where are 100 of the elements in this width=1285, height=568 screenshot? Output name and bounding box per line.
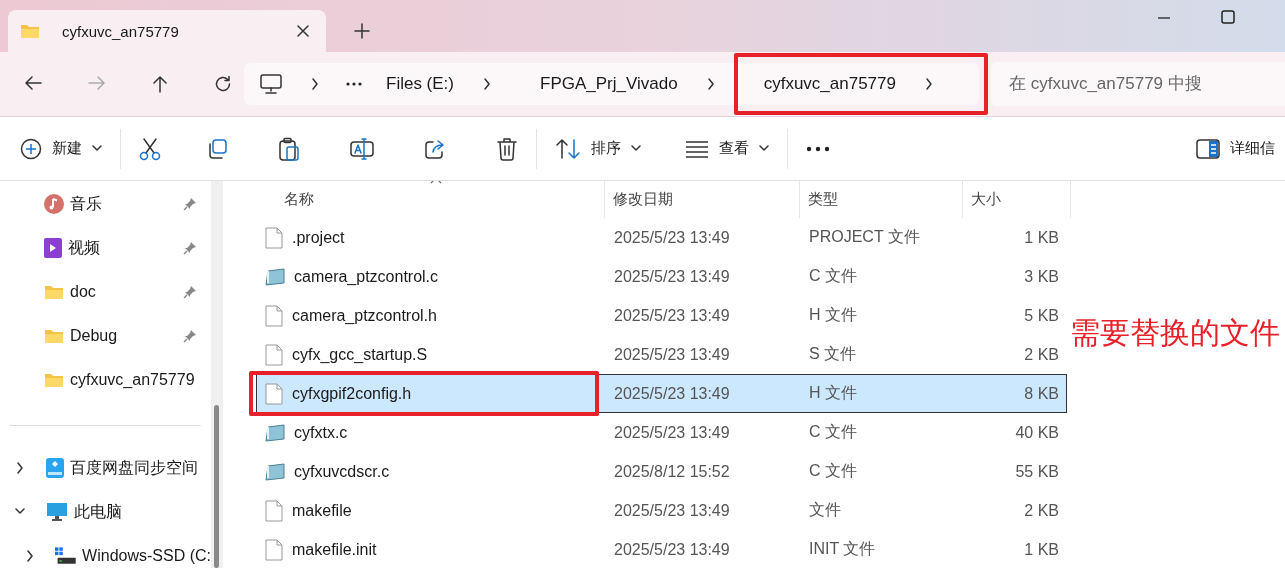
music-icon [44, 194, 64, 214]
type-cell-text: PROJECT 文件 [808, 227, 921, 247]
list-view-icon [685, 139, 709, 158]
size-cell-text: 55 KB [1014, 462, 1060, 481]
size-cell-text: 2 KB [1023, 345, 1060, 364]
scissors-icon [139, 136, 161, 161]
annotation-note: 需要替换的文件 [1070, 315, 1280, 351]
type-cell-text: H 文件 [808, 383, 858, 403]
file-row[interactable]: camera_ptzcontrol.h 2025/5/23 13:49 H 文件 5 KB [256, 296, 1067, 335]
sidebar-item[interactable]: 音乐 [0, 182, 211, 226]
type-cell-text: 文件 [808, 500, 842, 520]
file-name: makefile.init [292, 540, 377, 559]
type-cell-text: C 文件 [808, 461, 858, 481]
new-button[interactable]: 新建 [10, 131, 112, 166]
clipboard-icon [278, 136, 300, 161]
tree-item[interactable]: Windows-SSD (C: [0, 534, 211, 568]
sidebar-item[interactable]: cyfxuvc_an75779 [0, 358, 211, 402]
date-cell-text: 2025/5/23 13:49 [613, 345, 731, 364]
file-name: camera_ptzcontrol.h [292, 306, 437, 325]
column-header[interactable]: 类型 [808, 190, 838, 209]
monitor-icon[interactable] [260, 74, 282, 94]
file-name: cyfxuvcdscr.c [294, 462, 390, 481]
type-cell-text: H 文件 [808, 305, 858, 325]
file-row[interactable]: makefile.init 2025/5/23 13:49 INIT 文件 1 KB [256, 530, 1067, 568]
details-pane-icon [1196, 138, 1220, 159]
type-cell-text: C 文件 [808, 422, 858, 442]
sidebar-item[interactable]: Debug [0, 314, 211, 358]
date-cell-text: 2025/8/12 15:52 [613, 462, 731, 481]
chevron-icon [705, 78, 716, 90]
date-cell-text: 2025/5/23 13:49 [613, 384, 731, 403]
window-tab[interactable]: cyfxuvc_an75779 [8, 10, 326, 52]
sort-button[interactable]: 排序 [545, 131, 651, 166]
column-header[interactable]: 大小 [971, 190, 1001, 209]
file-row[interactable]: camera_ptzcontrol.c 2025/5/23 13:49 C 文件 3 KB [256, 257, 1067, 296]
size-cell-text: 40 KB [1014, 423, 1060, 442]
file-name: camera_ptzcontrol.c [294, 267, 439, 286]
close-icon[interactable] [296, 24, 310, 38]
type-cell-text: INIT 文件 [808, 539, 877, 559]
file-name: .project [292, 228, 345, 247]
column-header[interactable]: 修改日期 [613, 190, 673, 209]
cloud-drive-icon [46, 458, 64, 478]
more-icon[interactable] [346, 82, 362, 86]
back-arrow-icon[interactable] [24, 75, 42, 91]
file-row[interactable]: cyfxuvcdscr.c 2025/8/12 15:52 C 文件 55 KB [256, 452, 1067, 491]
size-cell-text: 8 KB [1023, 384, 1060, 403]
date-cell-text: 2025/5/23 13:49 [613, 267, 731, 286]
file-name: cyfxgpif2config.h [292, 384, 412, 403]
view-button[interactable]: 查看 [675, 133, 779, 164]
chevron-icon [482, 78, 492, 90]
breadcrumb-item[interactable]: FPGA_Prj_Vivado [540, 74, 678, 94]
tree-item[interactable]: 此电脑 [0, 490, 211, 534]
sidebar-item[interactable]: 视频 [0, 226, 211, 270]
new-tab-icon[interactable] [354, 23, 370, 39]
file-row[interactable]: makefile 2025/5/23 13:49 文件 2 KB [256, 491, 1067, 530]
chevron-icon [924, 78, 934, 90]
sidebar-item[interactable]: doc [0, 270, 211, 314]
folder-icon [20, 23, 40, 39]
copy-icon [206, 137, 228, 160]
file-icon [265, 226, 283, 249]
trash-icon [496, 136, 518, 161]
column-header[interactable]: 名称 [284, 190, 314, 209]
file-name: cyfxtx.c [294, 423, 348, 442]
file-row[interactable]: .project 2025/5/23 13:49 PROJECT 文件 1 KB [256, 218, 1067, 257]
up-arrow-icon[interactable] [152, 75, 168, 93]
file-icon [265, 538, 283, 561]
date-cell-text: 2025/5/23 13:49 [613, 228, 731, 247]
file-row[interactable]: cyfx_gcc_startup.S 2025/5/23 13:49 S 文件 2 KB [256, 335, 1067, 374]
size-cell-text: 1 KB [1023, 228, 1060, 247]
refresh-icon[interactable] [214, 75, 232, 93]
type-cell-text: S 文件 [808, 344, 858, 364]
date-cell-text: 2025/5/23 13:49 [613, 501, 731, 520]
folder-icon [44, 284, 64, 300]
size-cell-text: 5 KB [1023, 306, 1060, 325]
folder-icon [44, 328, 64, 344]
drive-icon [55, 546, 77, 566]
share-icon [424, 137, 446, 160]
source-file-icon [265, 422, 285, 443]
tree-item[interactable]: 百度网盘同步空间 [0, 446, 211, 490]
size-cell-text: 1 KB [1023, 540, 1060, 559]
date-cell-text: 2025/5/23 13:49 [613, 306, 731, 325]
rename-icon [350, 137, 374, 160]
file-name: makefile [292, 501, 352, 520]
details-button[interactable]: 详细信 [1186, 132, 1285, 165]
search-field[interactable]: 在 cyfxuvc_an75779 中搜 [991, 62, 1285, 106]
file-icon [265, 499, 283, 522]
breadcrumb-item[interactable]: Files (E:) [386, 74, 454, 94]
file-row[interactable]: cyfxtx.c 2025/5/23 13:49 C 文件 40 KB [256, 413, 1067, 452]
more-icon [806, 145, 830, 152]
scrollbar-thumb[interactable] [214, 405, 219, 568]
source-file-icon [265, 266, 285, 287]
size-cell-text: 2 KB [1023, 501, 1060, 520]
breadcrumb-item[interactable]: cyfxuvc_an75779 [763, 74, 896, 94]
source-file-icon [265, 461, 285, 482]
video-icon [44, 238, 62, 258]
sort-icon [555, 137, 581, 160]
chevron-icon [310, 78, 320, 90]
date-cell-text: 2025/5/23 13:49 [613, 423, 731, 442]
file-icon [265, 382, 283, 405]
maximize-icon[interactable] [1221, 10, 1235, 24]
computer-icon [46, 502, 68, 522]
